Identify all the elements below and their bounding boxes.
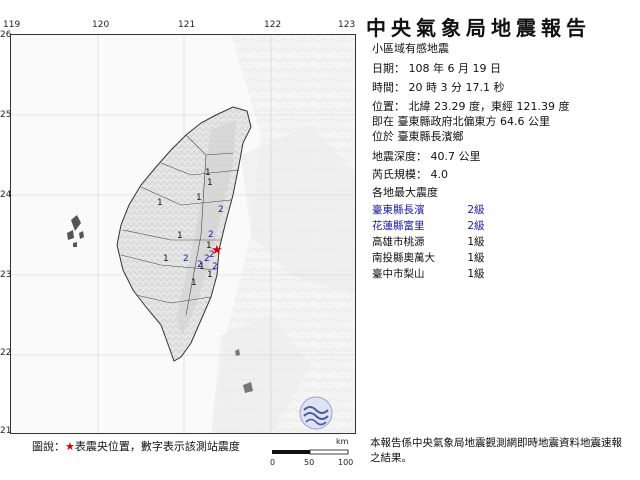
intensity-level: 2級 (467, 220, 485, 232)
footer-note: 本報告係中央氣象局地震觀測網即時地震資料地震速報之結果。 (370, 437, 622, 464)
intensity-heading: 各地最大震度 (372, 186, 438, 199)
scale-unit: km (336, 437, 349, 446)
cwb-logo-icon (299, 396, 333, 430)
lat-tick-label: 22 (0, 348, 12, 358)
lon-tick-label: 120 (92, 20, 110, 30)
report-date: 日期： 108 年 6 月 19 日 (372, 62, 501, 75)
intensity-row: 臺東縣長濱 2級 (372, 202, 485, 217)
intensity-station: 臺中市梨山 (372, 268, 425, 280)
epicenter-star-icon: ★ (211, 243, 223, 258)
report-position: 位置： 北緯 23.29 度，東經 121.39 度 (372, 100, 570, 113)
legend-prefix: 圖說： (32, 440, 65, 453)
station-value: 1 (207, 270, 213, 280)
seismic-map: 1 1 1 1 2 2 1 1 1 2 2 2 2 1 1 2 1 ★ (10, 34, 356, 434)
report-depth: 地震深度： 40.7 公里 (372, 150, 481, 163)
legend-star-icon: ★ (65, 440, 75, 453)
station-value: 1 (207, 178, 213, 188)
scale-label: 50 (304, 458, 315, 467)
lat-tick-label: 25 (0, 110, 12, 120)
intensity-level: 1級 (467, 252, 485, 264)
station-value: 2 (212, 262, 218, 272)
scale-label: 100 (338, 458, 354, 467)
intensity-station: 花蓮縣富里 (372, 220, 425, 232)
map-canvas: 1 1 1 1 2 2 1 1 1 2 2 2 2 1 1 2 1 ★ (11, 35, 355, 433)
report-location: 位於 臺東縣長濱鄉 (372, 130, 464, 143)
lon-tick-label: 121 (178, 20, 196, 30)
map-legend: 圖說：★表震央位置，數字表示該測站震度 (32, 438, 240, 454)
intensity-row: 臺中市梨山 1級 (372, 266, 485, 281)
station-value: 1 (199, 262, 205, 272)
report-title: 中央氣象局地震報告 (366, 16, 591, 40)
intensity-row: 花蓮縣富里 2級 (372, 218, 485, 233)
intensity-level: 2級 (467, 204, 485, 216)
station-value: 2 (208, 230, 214, 240)
lat-tick-label: 23 (0, 270, 12, 280)
station-value: 2 (183, 254, 189, 264)
lat-tick-label: 21 (0, 426, 12, 436)
scale-bar: km 0 50 100 (268, 437, 354, 470)
report-subtitle: 小區域有感地震 (372, 42, 449, 55)
lat-tick-label: 24 (0, 190, 12, 200)
lon-tick-label: 123 (338, 20, 356, 30)
intensity-row: 高雄市桃源 1級 (372, 234, 485, 249)
report-position-relative: 即在 臺東縣政府北偏東方 64.6 公里 (372, 115, 550, 128)
legend-text: 表震央位置，數字表示該測站震度 (74, 440, 240, 453)
station-value: 1 (157, 198, 163, 208)
station-value: 1 (163, 254, 169, 264)
intensity-level: 1級 (467, 268, 485, 280)
station-value: 1 (191, 278, 197, 288)
station-value: 1 (196, 193, 202, 203)
station-value: 2 (218, 205, 224, 215)
station-value: 1 (205, 168, 211, 178)
intensity-station: 高雄市桃源 (372, 236, 425, 248)
intensity-level: 1級 (467, 236, 485, 248)
lon-tick-label: 119 (3, 20, 21, 30)
lat-tick-label: 26 (0, 30, 12, 40)
report-magnitude: 芮氏規模： 4.0 (372, 168, 448, 181)
intensity-station: 南投縣奧萬大 (372, 252, 435, 264)
lon-tick-label: 122 (264, 20, 282, 30)
intensity-row: 南投縣奧萬大 1級 (372, 250, 485, 265)
station-value: 1 (177, 231, 183, 241)
scale-label: 0 (270, 458, 276, 467)
report-time: 時間： 20 時 3 分 17.1 秒 (372, 81, 505, 94)
intensity-station: 臺東縣長濱 (372, 204, 425, 216)
